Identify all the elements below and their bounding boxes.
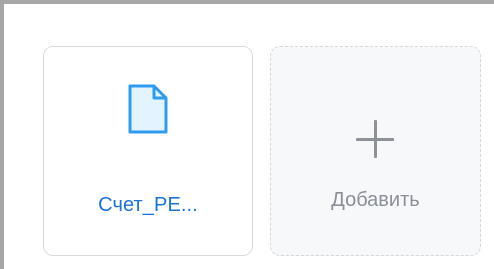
file-icon bbox=[128, 84, 168, 134]
attachments-panel: Счет_PE... Добавить bbox=[0, 0, 494, 269]
plus-icon-vertical bbox=[374, 120, 377, 158]
attachment-file-card[interactable]: Счет_PE... bbox=[43, 46, 253, 256]
add-attachment-label: Добавить bbox=[331, 189, 420, 211]
plus-icon bbox=[356, 120, 394, 158]
attachment-file-name: Счет_PE... bbox=[98, 194, 198, 216]
add-attachment-button[interactable]: Добавить bbox=[270, 46, 481, 256]
